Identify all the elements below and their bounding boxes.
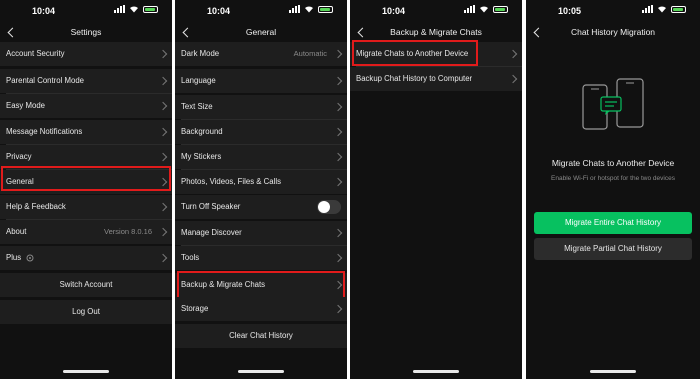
chevron-right-icon <box>333 76 343 86</box>
chevron-right-icon <box>333 177 343 187</box>
battery-icon <box>493 5 508 13</box>
status-bar: 10:04 <box>0 0 172 22</box>
menu-item-text-size[interactable]: Text Size <box>175 95 347 119</box>
chevron-right-icon <box>158 101 168 111</box>
status-time: 10:04 <box>32 6 56 16</box>
signal-icon <box>114 5 125 13</box>
status-bar: 10:05 <box>526 0 700 22</box>
chevron-right-icon <box>333 127 343 137</box>
battery-icon <box>318 5 333 13</box>
menu-item-easy-mode[interactable]: Easy Mode <box>0 94 172 118</box>
log-out-button[interactable]: Log Out <box>0 300 172 324</box>
chat-history-migration-screen: 10:05 Chat History Migration Migrate Cha… <box>526 0 700 379</box>
nav-bar: Settings <box>0 22 172 42</box>
phone-migration-icon <box>582 78 644 130</box>
page-title: General <box>245 27 277 37</box>
battery-icon <box>143 5 158 13</box>
menu-item-parental-control[interactable]: Parental Control Mode <box>0 69 172 93</box>
clear-chat-history-button[interactable]: Clear Chat History <box>175 324 347 348</box>
chevron-right-icon <box>333 253 343 263</box>
battery-icon <box>671 5 686 13</box>
menu-item-message-notifications[interactable]: Message Notifications <box>0 120 172 144</box>
general-screen: 10:04 General Dark Mode Automatic Languag… <box>175 0 347 379</box>
menu-item-help-feedback[interactable]: Help & Feedback <box>0 195 172 219</box>
status-bar: 10:04 <box>350 0 522 22</box>
menu-item-plus[interactable]: Plus <box>0 246 172 270</box>
menu-item-turn-off-speaker: Turn Off Speaker <box>175 195 347 219</box>
page-title: Settings <box>70 27 102 37</box>
menu-item-dark-mode[interactable]: Dark Mode Automatic <box>175 42 347 66</box>
page-title: Chat History Migration <box>570 27 656 37</box>
back-icon[interactable] <box>532 22 546 42</box>
status-time: 10:04 <box>207 6 231 16</box>
home-indicator <box>238 370 284 373</box>
home-indicator <box>63 370 109 373</box>
status-time: 10:05 <box>558 6 582 16</box>
back-icon[interactable] <box>6 22 20 42</box>
backup-migrate-screen: 10:04 Backup & Migrate Chats Migrate Cha… <box>350 0 522 379</box>
menu-item-language[interactable]: Language <box>175 69 347 93</box>
status-time: 10:04 <box>382 6 406 16</box>
wifi-icon <box>658 6 666 13</box>
home-indicator <box>413 370 459 373</box>
speaker-toggle[interactable] <box>317 200 341 214</box>
chevron-right-icon <box>158 76 168 86</box>
version-value: Version 8.0.16 <box>104 227 152 236</box>
menu-item-my-stickers[interactable]: My Stickers <box>175 145 347 169</box>
migration-heading: Migrate Chats to Another Device <box>551 158 675 168</box>
chevron-right-icon <box>508 74 518 84</box>
highlight-box <box>177 271 345 299</box>
back-icon[interactable] <box>181 22 195 42</box>
chevron-right-icon <box>158 227 168 237</box>
migration-subtext: Enable Wi-Fi or hotspot for the two devi… <box>551 175 675 182</box>
menu-item-background[interactable]: Background <box>175 120 347 144</box>
menu-item-account-security[interactable]: Account Security <box>0 42 172 66</box>
chevron-right-icon <box>158 49 168 59</box>
chevron-right-icon <box>333 228 343 238</box>
chevron-right-icon <box>333 152 343 162</box>
signal-icon <box>464 5 475 13</box>
chevron-right-icon <box>508 49 518 59</box>
nav-bar: Chat History Migration <box>526 22 700 42</box>
migrate-partial-button[interactable]: Migrate Partial Chat History <box>534 238 692 260</box>
settings-screen: 10:04 Settings Account Security Parental… <box>0 0 172 379</box>
chevron-right-icon <box>158 253 168 263</box>
chevron-right-icon <box>158 202 168 212</box>
dark-mode-value: Automatic <box>293 49 327 58</box>
chevron-right-icon <box>158 152 168 162</box>
menu-item-backup-to-computer[interactable]: Backup Chat History to Computer <box>350 67 522 91</box>
nav-bar: Backup & Migrate Chats <box>350 22 522 42</box>
menu-item-photos-videos[interactable]: Photos, Videos, Files & Calls <box>175 170 347 194</box>
wifi-icon <box>480 6 488 13</box>
chevron-right-icon <box>333 304 343 314</box>
menu-item-storage[interactable]: Storage <box>175 297 347 321</box>
nav-bar: General <box>175 22 347 42</box>
wifi-icon <box>130 6 138 13</box>
signal-icon <box>289 5 300 13</box>
signal-icon <box>642 5 653 13</box>
back-icon[interactable] <box>356 22 370 42</box>
menu-item-manage-discover[interactable]: Manage Discover <box>175 221 347 245</box>
plus-badge-icon <box>26 254 34 262</box>
menu-item-about[interactable]: About Version 8.0.16 <box>0 220 172 244</box>
chevron-right-icon <box>333 49 343 59</box>
highlight-box <box>352 40 478 66</box>
highlight-box <box>1 166 171 191</box>
menu-item-tools[interactable]: Tools <box>175 246 347 270</box>
page-title: Backup & Migrate Chats <box>390 27 482 37</box>
switch-account-button[interactable]: Switch Account <box>0 273 172 297</box>
chevron-right-icon <box>158 127 168 137</box>
wifi-icon <box>305 6 313 13</box>
status-bar: 10:04 <box>175 0 347 22</box>
home-indicator <box>590 370 636 373</box>
chevron-right-icon <box>333 102 343 112</box>
migrate-entire-button[interactable]: Migrate Entire Chat History <box>534 212 692 234</box>
